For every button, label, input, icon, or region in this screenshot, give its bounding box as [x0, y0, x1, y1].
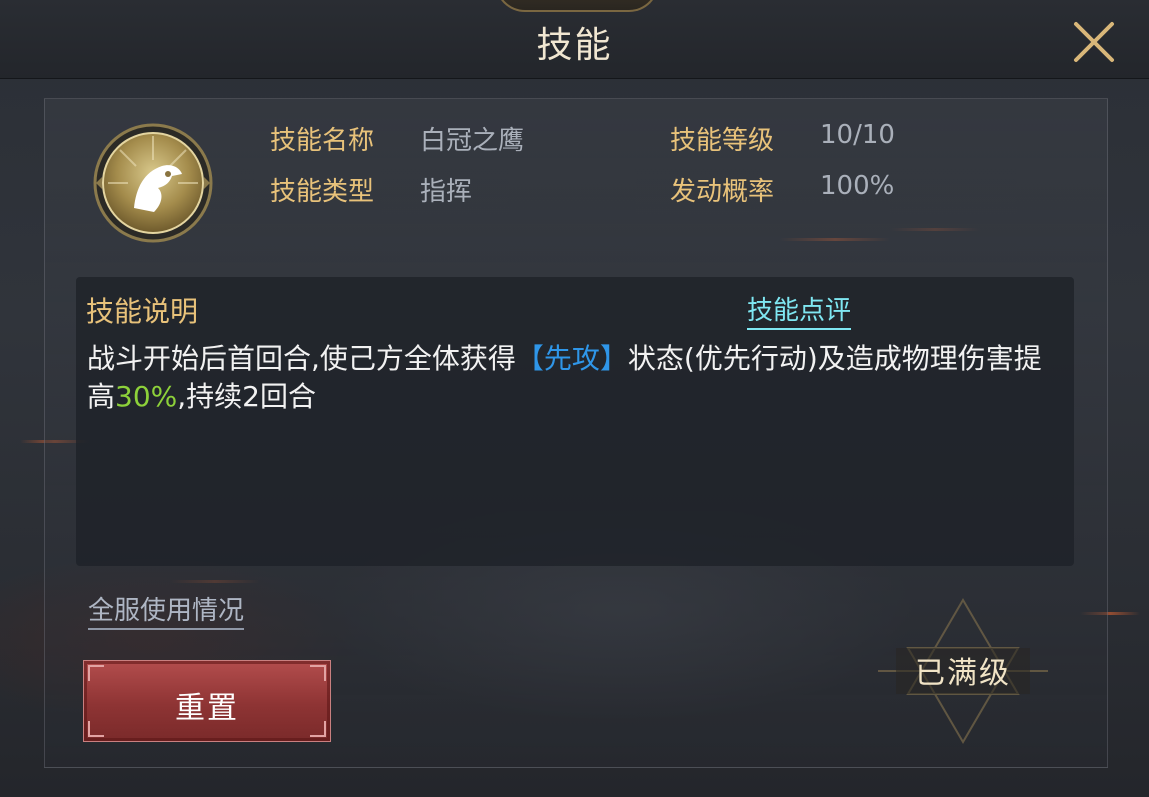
skill-type-label: 技能类型	[270, 177, 375, 207]
dialog-title: 技能	[536, 25, 613, 66]
server-usage-link[interactable]: 全服使用情况	[88, 590, 245, 630]
eagle-head-icon	[93, 123, 213, 243]
close-icon	[1074, 22, 1114, 62]
skill-name-label: 技能名称	[270, 126, 375, 156]
skill-level-label: 技能等级	[670, 126, 775, 156]
skill-review-link[interactable]: 技能点评	[747, 290, 852, 330]
description-text: 战斗开始后首回合,使己方全体获得【先攻】状态(优先行动)及造成物理伤害提高30%…	[87, 340, 1047, 416]
close-button[interactable]	[1068, 16, 1120, 68]
button-corner-ornament	[310, 665, 326, 681]
trigger-chance-value: 100%	[820, 171, 895, 201]
description-text-part1: 战斗开始后首回合,使己方全体获得	[87, 342, 516, 375]
status-keyword: 【先攻】	[515, 342, 628, 375]
button-corner-ornament	[88, 665, 104, 681]
skill-type-value: 指挥	[420, 177, 473, 207]
description-title: 技能说明	[86, 295, 199, 328]
trigger-chance-label: 发动概率	[670, 177, 775, 207]
description-box	[76, 277, 1074, 566]
damage-bonus-value: 30%	[115, 380, 178, 413]
max-level-badge: 已满级	[915, 656, 1011, 691]
skill-name-value: 白冠之鹰	[420, 126, 525, 156]
skill-emblem	[92, 122, 214, 244]
skill-level-value: 10/10	[820, 120, 895, 150]
skill-dialog: 技能 技能名称 白冠之鹰 技能等级 10/10 技能类型 指挥 发动概率 100…	[0, 0, 1149, 797]
title-ornament	[495, 0, 659, 12]
reset-button[interactable]: 重置	[83, 660, 331, 742]
title-bar: 技能	[0, 0, 1149, 79]
description-text-part3: ,持续2回合	[177, 380, 316, 413]
reset-button-label: 重置	[175, 691, 239, 726]
